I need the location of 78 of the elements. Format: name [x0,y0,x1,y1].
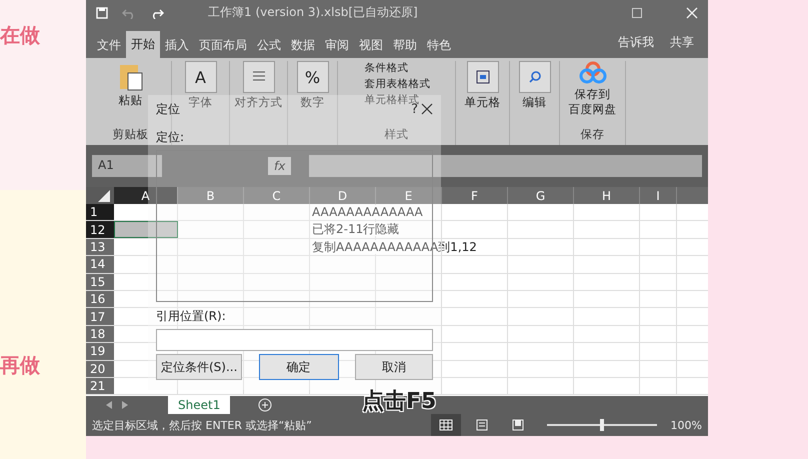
group-label: 样式 [384,127,408,143]
edit-button[interactable] [518,61,550,93]
row-header[interactable]: 13 [86,238,114,256]
row-header[interactable]: 16 [86,290,114,308]
align-button[interactable] [242,61,274,93]
fx-label: fx [268,157,292,175]
search-icon [528,70,542,84]
page-break-icon [512,419,524,431]
number-button[interactable]: % [296,61,328,93]
previous-sheet-icon[interactable] [106,401,112,409]
ribbon-tab[interactable]: 帮助 [388,32,422,58]
reference-input[interactable] [156,329,433,351]
zoom-thumb[interactable] [600,419,604,431]
dialog-button[interactable]: 取消 [355,354,433,380]
paste-button[interactable]: 粘贴 [118,93,142,108]
ribbon-tab[interactable]: 审阅 [320,32,354,58]
column-header[interactable]: A [114,187,178,204]
share-button[interactable]: 共享 [662,34,702,58]
ribbon-tab[interactable]: 数据 [286,32,320,58]
close-icon [421,103,433,115]
row-header[interactable]: 19 [86,343,114,360]
style-menu-item[interactable]: 套用表格格式 [364,77,430,91]
ribbon-tab[interactable]: 公式 [252,32,286,58]
cell-text: AAAAAAAAAAAAA [312,205,423,219]
next-sheet-icon[interactable] [122,401,128,409]
row-header[interactable]: 1 [86,204,114,220]
select-all-corner[interactable] [86,187,114,204]
page-icon [476,419,488,431]
view-button[interactable] [430,414,461,436]
group-label: 保存 [580,127,604,143]
tell-me-field[interactable]: 告诉我 [610,34,662,58]
maximize-icon [632,8,642,18]
grid-icon [438,419,453,431]
ribbon-tab[interactable]: 视图 [354,32,388,58]
ribbon-tab[interactable]: 特色 [422,32,456,58]
cloud-icon [578,61,606,85]
dialog-button[interactable]: 定位条件(S)... [156,354,242,380]
dialog-title: 定位 [156,100,180,118]
add-sheet-icon[interactable] [258,398,272,412]
side-note: 再做 [0,352,40,379]
zoom-reading: 100% [670,418,702,432]
ribbon-tab[interactable]: 开始 [126,31,160,58]
group-label: 单元格 [464,95,500,110]
row-header[interactable]: 21 [86,378,114,394]
cell-text: 已将2-11行隐藏 [312,222,400,236]
font-button[interactable]: A [184,61,216,93]
row-header[interactable]: 18 [86,326,114,342]
redo-icon [150,6,164,18]
ribbon-tab[interactable]: 插入 [160,32,194,58]
dialog-button[interactable]: 确定 [258,354,338,380]
video-caption: 点击F5 [362,388,436,416]
status-text: 选定目标区域，然后按 ENTER 或选择“粘贴” [92,418,313,432]
table-icon [476,70,490,84]
group-label: 剪贴板 [112,127,148,143]
ribbon-tab[interactable]: 文件 [92,32,126,58]
selected-cell[interactable] [114,221,178,238]
save-icon [96,6,108,18]
name-box[interactable]: A1 [92,155,162,177]
save-to-cloud-button[interactable]: 保存到 百度网盘 [568,87,616,117]
group-label: 对齐方式 [234,95,282,110]
row-header[interactable]: 14 [86,256,114,273]
reference-label: 引用位置(R): [156,308,226,325]
group-label: 数字 [300,95,324,110]
row-header[interactable]: 15 [86,274,114,290]
cells-button[interactable] [466,61,498,93]
formula-input[interactable] [309,155,702,177]
group-label: 编辑 [522,95,546,110]
undo-icon [122,6,136,18]
row-header[interactable]: 20 [86,360,114,377]
window-title: 工作簿1 (version 3).xlsb[已自动还原] [208,4,418,21]
list-label: 定位: [156,129,184,146]
row-header[interactable]: 12 [86,221,114,238]
ribbon-tab[interactable]: 页面布局 [194,32,252,58]
group-label: 字体 [188,95,212,110]
row-header[interactable]: 17 [86,308,114,325]
close-icon [686,6,698,18]
style-menu-item[interactable]: 条件格式 [364,61,408,75]
sheet-tab[interactable]: Sheet1 [168,396,230,414]
